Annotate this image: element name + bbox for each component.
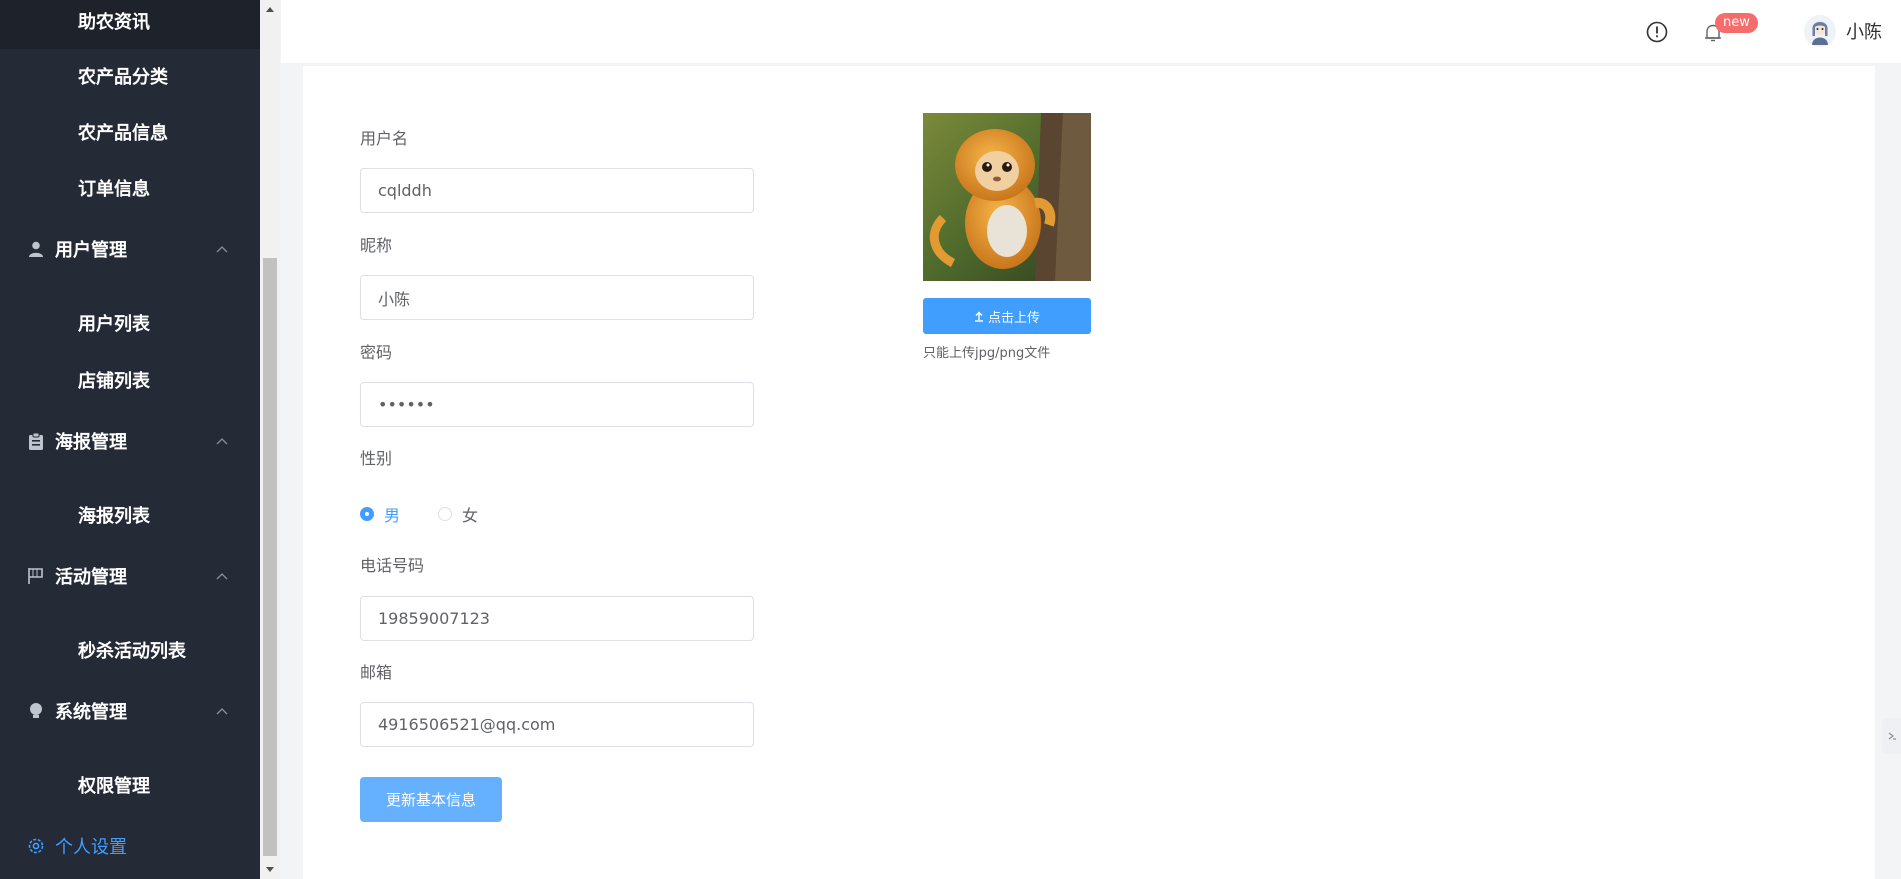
sidebar-group-label: 海报管理 [55, 432, 127, 453]
notification-badge: new [1715, 13, 1758, 33]
chevron-up-icon [212, 431, 232, 451]
sidebar-group-activity-management[interactable]: 活动管理 [0, 548, 260, 604]
user-icon [26, 239, 46, 259]
scrollbar-thumb[interactable] [263, 258, 277, 856]
sidebar-item-label: 助农资讯 [78, 12, 150, 33]
avatar[interactable] [1804, 15, 1836, 47]
sidebar-item-label: 权限管理 [78, 776, 150, 797]
sidebar-item-label: 农产品分类 [78, 67, 168, 88]
chevron-up-icon [212, 566, 232, 586]
sidebar-item-orders[interactable]: 订单信息 [0, 160, 260, 216]
chevron-up-icon [212, 701, 232, 721]
sidebar-item-shop-list[interactable]: 店铺列表 [0, 352, 260, 408]
sidebar-group-user-management[interactable]: 用户管理 [0, 221, 260, 277]
sidebar-group-label: 用户管理 [55, 240, 127, 261]
gender-label: 性别 [360, 449, 393, 468]
upload-icon [974, 311, 984, 322]
sidebar-item-label: 用户列表 [78, 314, 150, 335]
sidebar-item-poster-list[interactable]: 海报列表 [0, 487, 260, 543]
sidebar-group-poster-management[interactable]: 海报管理 [0, 413, 260, 469]
sidebar-item-label: 店铺列表 [78, 371, 150, 392]
gear-icon [26, 836, 46, 856]
sidebar-item-flash-sale-list[interactable]: 秒杀活动列表 [0, 622, 260, 678]
sidebar-item-permissions[interactable]: 权限管理 [0, 757, 260, 813]
password-label: 密码 [360, 343, 393, 362]
sidebar-item-product-category[interactable]: 农产品分类 [0, 48, 260, 104]
upload-tip: 只能上传jpg/png文件 [923, 346, 1051, 361]
sidebar-item-product-info[interactable]: 农产品信息 [0, 104, 260, 160]
upload-button[interactable]: 点击上传 [923, 298, 1091, 334]
bulb-icon [26, 701, 46, 721]
username-field[interactable]: cqlddh [360, 168, 754, 213]
sidebar-group-label: 系统管理 [55, 702, 127, 723]
avatar-preview-image [923, 113, 1091, 281]
phone-label: 电话号码 [360, 556, 425, 575]
gender-option-label[interactable]: 男 [384, 502, 400, 526]
sidebar-item-label: 订单信息 [78, 179, 150, 200]
update-basic-info-button[interactable]: 更新基本信息 [360, 777, 502, 822]
header-username[interactable]: 小陈 [1846, 18, 1882, 44]
email-label: 邮箱 [360, 663, 393, 682]
nickname-label: 昵称 [360, 236, 393, 255]
sidebar-item-label: 农产品信息 [78, 123, 168, 144]
collapse-tab-icon[interactable] [1882, 718, 1901, 754]
sidebar-item-label: 秒杀活动列表 [78, 641, 186, 662]
sidebar-item-label: 海报列表 [78, 506, 150, 527]
gender-radio-male[interactable] [360, 507, 374, 521]
sidebar-item-user-list[interactable]: 用户列表 [0, 295, 260, 351]
gender-option-label[interactable]: 女 [462, 502, 478, 526]
sidebar-group-system-management[interactable]: 系统管理 [0, 683, 260, 739]
scroll-up-arrow-icon[interactable] [260, 0, 280, 18]
email-field[interactable]: 4916506521@qq.com [360, 702, 754, 747]
sidebar-item-personal-settings[interactable]: 个人设置 [0, 818, 260, 874]
username-label: 用户名 [360, 129, 409, 148]
phone-field[interactable]: 19859007123 [360, 596, 754, 641]
chevron-up-icon [212, 239, 232, 259]
sidebar-scrollbar[interactable] [260, 0, 280, 879]
gender-radio-group: 男 女 [360, 502, 478, 526]
gender-radio-female[interactable] [438, 507, 453, 521]
info-circle-icon[interactable] [1645, 20, 1669, 44]
sidebar-item-news[interactable]: 助农资讯 [0, 0, 260, 49]
upload-button-label: 点击上传 [987, 310, 1040, 326]
scroll-down-arrow-icon[interactable] [260, 861, 280, 879]
sidebar-item-label: 个人设置 [55, 837, 127, 858]
password-field[interactable]: •••••• [360, 382, 754, 427]
clipboard-icon [26, 431, 46, 451]
flag-icon [26, 566, 46, 586]
sidebar-group-label: 活动管理 [55, 567, 127, 588]
nickname-field[interactable]: 小陈 [360, 275, 754, 320]
sidebar: 助农资讯 农产品分类 农产品信息 订单信息 用户管理 用户列表 店铺列表 海报管… [0, 0, 260, 879]
